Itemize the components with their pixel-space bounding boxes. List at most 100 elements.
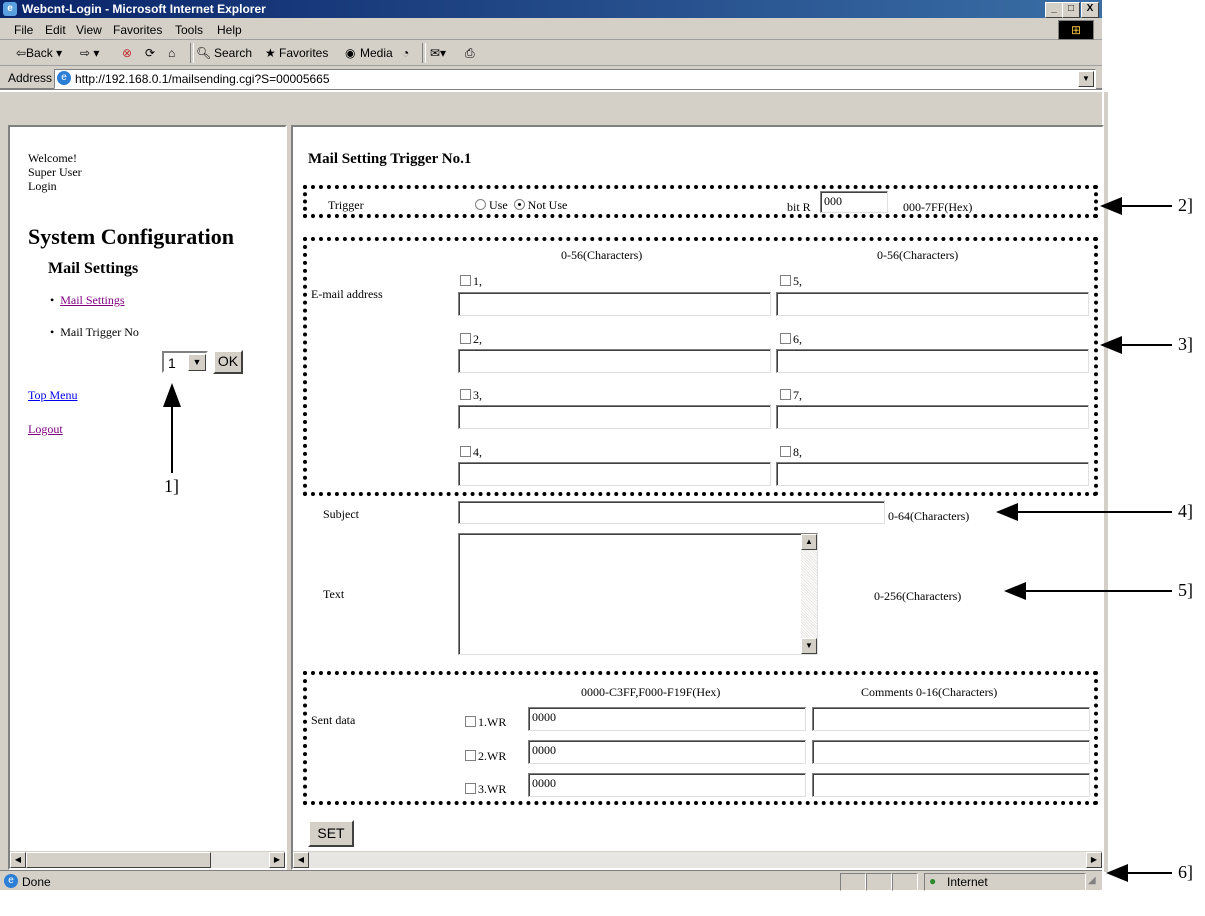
stop-icon[interactable]: ⊗ [122, 46, 132, 60]
sidebar-item-mail-trigger: • Mail Trigger No [50, 325, 139, 340]
arrow-left-icon [996, 503, 1018, 521]
history-icon[interactable]: ◔ [402, 46, 409, 60]
main-horizontal-scrollbar[interactable]: ◀ ▶ [293, 851, 1102, 868]
arrow-left-icon [1106, 864, 1128, 882]
status-panel [892, 873, 918, 891]
address-url[interactable]: http://192.168.0.1/mailsending.cgi?S=000… [75, 72, 330, 86]
subject-label: Subject [323, 507, 359, 521]
zone-panel: ● Internet [924, 873, 1086, 891]
mail-settings-link[interactable]: Mail Settings [60, 293, 124, 307]
callout-3: 3] [1178, 334, 1193, 354]
chevron-down-icon[interactable]: ▼ [188, 354, 206, 371]
scroll-up-icon[interactable]: ▲ [801, 534, 817, 550]
menu-help[interactable]: Help [217, 23, 242, 37]
callout-5: 5] [1178, 580, 1193, 600]
text-scrollbar[interactable]: ▲ ▼ [801, 534, 817, 654]
callout-box-email [303, 237, 1098, 496]
trigger-select-value: 1 [168, 355, 176, 371]
callout-box-sent-data [303, 671, 1098, 805]
arrow-line [1126, 872, 1172, 874]
subject-hint: 0-64(Characters) [888, 509, 970, 523]
menu-edit[interactable]: Edit [45, 23, 66, 37]
arrow-line [1120, 344, 1172, 346]
page-title: Mail Setting Trigger No.1 [308, 151, 472, 167]
subject-input[interactable] [458, 501, 885, 524]
scroll-down-icon[interactable]: ▼ [801, 638, 817, 654]
status-bar: e Done ● Internet ◢ [0, 870, 1102, 891]
menu-view[interactable]: View [76, 23, 102, 37]
scroll-left-icon[interactable]: ◀ [10, 852, 26, 868]
search-button[interactable]: Search [214, 46, 252, 60]
toolbar: ⇦Back ▾ ⇨ ▾ ⊗ ⟳ ⌂ 🔍︎ Search ★ Favorites … [0, 40, 1102, 66]
sidebar-subheading: Mail Settings [48, 260, 139, 277]
address-dropdown-icon[interactable]: ▼ [1078, 71, 1094, 87]
text-label: Text [323, 587, 345, 601]
page-icon: e [57, 71, 71, 85]
back-button[interactable]: ⇦Back ▾ [16, 46, 62, 60]
user-name: Super User [28, 165, 82, 179]
arrow-line [1120, 205, 1172, 207]
set-button[interactable]: SET [308, 820, 354, 847]
arrow-line [171, 405, 173, 473]
arrow-up-icon [163, 383, 181, 407]
close-button[interactable]: X [1081, 2, 1099, 18]
callout-6: 6] [1178, 862, 1193, 882]
left-frame: Welcome! Super User Login System Configu… [8, 125, 287, 870]
arrow-left-icon [1004, 582, 1026, 600]
window-title: Webcnt-Login - Microsoft Internet Explor… [22, 2, 266, 16]
welcome-text: Welcome! [28, 151, 78, 165]
ie-icon: e [3, 2, 17, 16]
home-icon[interactable]: ⌂ [168, 46, 175, 60]
arrow-left-icon [1100, 197, 1122, 215]
zone-text: Internet [947, 875, 988, 889]
minimize-button[interactable]: _ [1045, 2, 1063, 18]
arrow-line [1016, 511, 1172, 513]
text-area[interactable]: ▲ ▼ [458, 533, 818, 655]
top-menu-link[interactable]: Top Menu [28, 388, 78, 403]
forward-button[interactable]: ⇨ ▾ [80, 46, 99, 60]
refresh-icon[interactable]: ⟳ [145, 46, 155, 60]
favorites-button[interactable]: Favorites [279, 46, 328, 60]
menu-favorites[interactable]: Favorites [113, 23, 162, 37]
login-text: Login [28, 179, 57, 193]
trigger-select[interactable]: 1 ▼ [162, 351, 208, 373]
media-button[interactable]: Media [360, 46, 393, 60]
text-hint: 0-256(Characters) [874, 589, 962, 603]
ok-button[interactable]: OK [213, 350, 243, 374]
title-bar: e Webcnt-Login - Microsoft Internet Expl… [0, 0, 1102, 18]
callout-box-trigger [303, 185, 1098, 218]
arrow-left-icon [1100, 336, 1122, 354]
print-icon[interactable]: ⎙ [465, 46, 475, 61]
resize-grip-icon[interactable]: ◢ [1088, 875, 1096, 886]
logout-link[interactable]: Logout [28, 422, 63, 437]
toolbar-separator [190, 43, 194, 63]
scroll-right-icon[interactable]: ▶ [1086, 852, 1102, 868]
callout-2: 2] [1178, 195, 1193, 215]
bullet-icon: • [50, 293, 55, 307]
status-panel [866, 873, 892, 891]
menu-tools[interactable]: Tools [175, 23, 203, 37]
scroll-left-icon[interactable]: ◀ [293, 852, 309, 868]
mail-trigger-label: Mail Trigger No [60, 325, 139, 339]
sidebar-heading: System Configuration [28, 224, 234, 249]
toolbar-separator [422, 43, 426, 63]
maximize-button[interactable]: □ [1062, 2, 1080, 18]
favorites-icon: ★ [265, 46, 276, 60]
status-text: Done [22, 875, 51, 889]
bullet-icon: • [50, 325, 55, 339]
welcome-block: Welcome! Super User Login [28, 151, 82, 193]
address-bar: Address e http://192.168.0.1/mailsending… [0, 66, 1102, 90]
arrow-line [1024, 590, 1172, 592]
sidebar-item-mail-settings[interactable]: • Mail Settings [50, 293, 125, 308]
scroll-right-icon[interactable]: ▶ [269, 852, 285, 868]
status-panel [840, 873, 866, 891]
address-label: Address [8, 71, 53, 85]
left-horizontal-scrollbar[interactable]: ◀ ▶ [10, 851, 285, 868]
scroll-thumb[interactable] [26, 852, 211, 868]
mail-icon[interactable]: ✉▾ [430, 46, 446, 60]
search-icon: 🔍︎ [196, 46, 212, 60]
frame-border [0, 92, 1102, 125]
media-icon: ◉ [345, 46, 356, 60]
menu-file[interactable]: File [14, 23, 33, 37]
address-input[interactable]: e http://192.168.0.1/mailsending.cgi?S=0… [54, 69, 1096, 89]
